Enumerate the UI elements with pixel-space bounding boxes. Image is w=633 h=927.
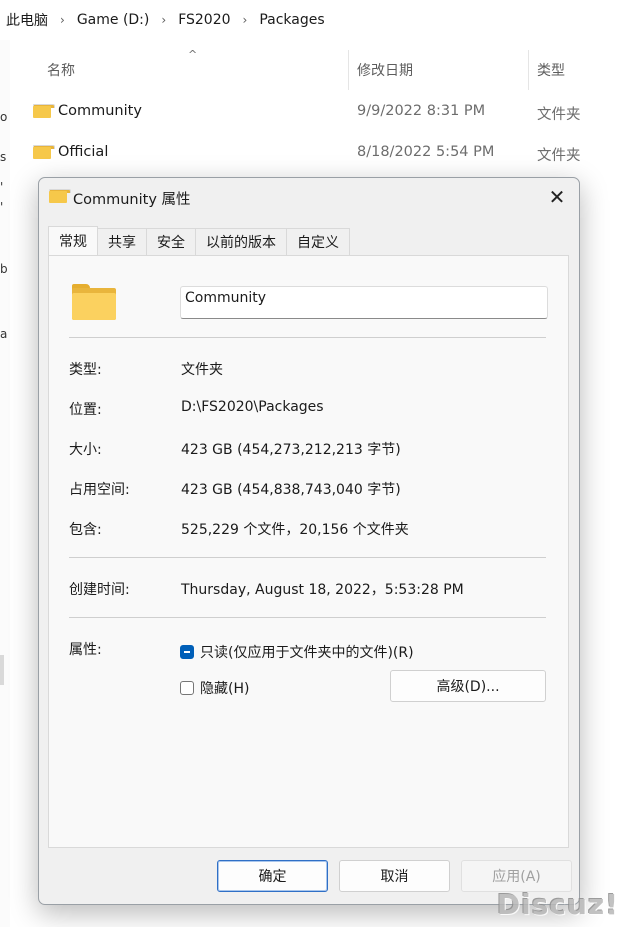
column-divider[interactable] [348,50,349,90]
nav-selection-indicator [0,655,4,685]
column-name[interactable]: 名称 [47,60,75,80]
checkbox-indeterminate-icon[interactable] [180,645,194,659]
file-type: 文件夹 [537,107,581,123]
created-label: 创建时间: [69,582,130,598]
file-type: 文件夹 [537,148,581,164]
folder-name-input[interactable] [180,286,548,319]
column-divider[interactable] [528,50,529,90]
location-value: D:\FS2020\Packages [181,399,324,415]
type-value: 文件夹 [181,362,223,378]
nav-fragment: o [0,110,8,124]
nav-fragment: ' [0,180,4,194]
contains-value: 525,229 个文件，20,156 个文件夹 [181,522,409,538]
general-panel: 类型: 文件夹 位置: D:\FS2020\Packages 大小: 423 G… [48,255,569,848]
ok-button[interactable]: 确定 [217,860,328,892]
created-value: Thursday, August 18, 2022，5:53:28 PM [181,582,464,598]
nav-fragment: b [0,262,8,276]
type-label: 类型: [69,362,102,378]
chevron-right-icon: › [161,13,167,27]
divider [69,617,546,618]
folder-icon [72,284,116,320]
watermark-logo: Discuz! [496,888,619,921]
contains-label: 包含: [69,522,102,538]
breadcrumb-item-packages[interactable]: Packages [259,12,324,28]
tab-strip: 常规 共享 安全 以前的版本 自定义 [48,226,350,256]
size-on-disk-value: 423 GB (454,838,743,040 字节) [181,482,401,498]
file-name: Official [58,144,109,160]
file-name: Community [58,103,142,119]
dialog-titlebar[interactable]: Community 属性 ✕ [39,178,579,216]
properties-dialog: Community 属性 ✕ 常规 共享 安全 以前的版本 自定义 类型: 文件… [38,177,580,905]
tab-general[interactable]: 常规 [48,226,98,255]
column-header: ^ 名称 修改日期 类型 [10,40,633,100]
file-row-community[interactable]: Community 9/9/2022 8:31 PM 文件夹 [10,93,633,129]
readonly-checkbox[interactable]: 只读(仅应用于文件夹中的文件)(R) [180,642,414,662]
nav-fragment: ' [0,200,4,214]
checkbox-unchecked-icon[interactable] [180,681,194,695]
attributes-label: 属性: [69,642,102,658]
file-date: 9/9/2022 8:31 PM [357,103,486,119]
tab-previous-versions[interactable]: 以前的版本 [195,228,287,255]
divider [69,337,546,338]
column-date[interactable]: 修改日期 [357,60,413,80]
file-row-official[interactable]: Official 8/18/2022 5:54 PM 文件夹 [10,134,633,170]
chevron-right-icon: › [60,13,65,27]
chevron-right-icon: › [242,13,248,27]
divider [69,557,546,558]
dialog-title: Community 属性 [73,192,191,208]
nav-fragment: s [0,150,7,164]
file-date: 8/18/2022 5:54 PM [357,144,495,160]
close-icon: ✕ [548,185,566,209]
size-label: 大小: [69,442,102,458]
hidden-checkbox[interactable]: 隐藏(H) [180,678,249,698]
breadcrumb-item-this-pc[interactable]: 此电脑 [6,10,48,30]
close-button[interactable]: ✕ [535,178,579,216]
folder-icon [33,145,55,159]
hidden-label: 隐藏(H) [200,681,250,697]
sort-ascending-icon: ^ [188,48,198,61]
breadcrumb: 此电脑 › Game (D:) › FS2020 › Packages [0,0,633,40]
cancel-button[interactable]: 取消 [339,860,450,892]
tab-customize[interactable]: 自定义 [286,228,350,255]
nav-fragment: a [0,327,8,341]
tab-sharing[interactable]: 共享 [97,228,147,255]
advanced-button[interactable]: 高级(D)... [390,670,546,702]
folder-icon [49,189,71,203]
tab-security[interactable]: 安全 [146,228,196,255]
folder-icon [33,104,55,118]
size-on-disk-label: 占用空间: [69,482,130,498]
size-value: 423 GB (454,273,212,213 字节) [181,442,401,458]
breadcrumb-item-fs2020[interactable]: FS2020 [178,12,230,28]
readonly-label: 只读(仅应用于文件夹中的文件)(R) [200,645,414,661]
location-label: 位置: [69,402,102,418]
column-type[interactable]: 类型 [537,60,565,80]
breadcrumb-item-drive[interactable]: Game (D:) [77,12,150,28]
